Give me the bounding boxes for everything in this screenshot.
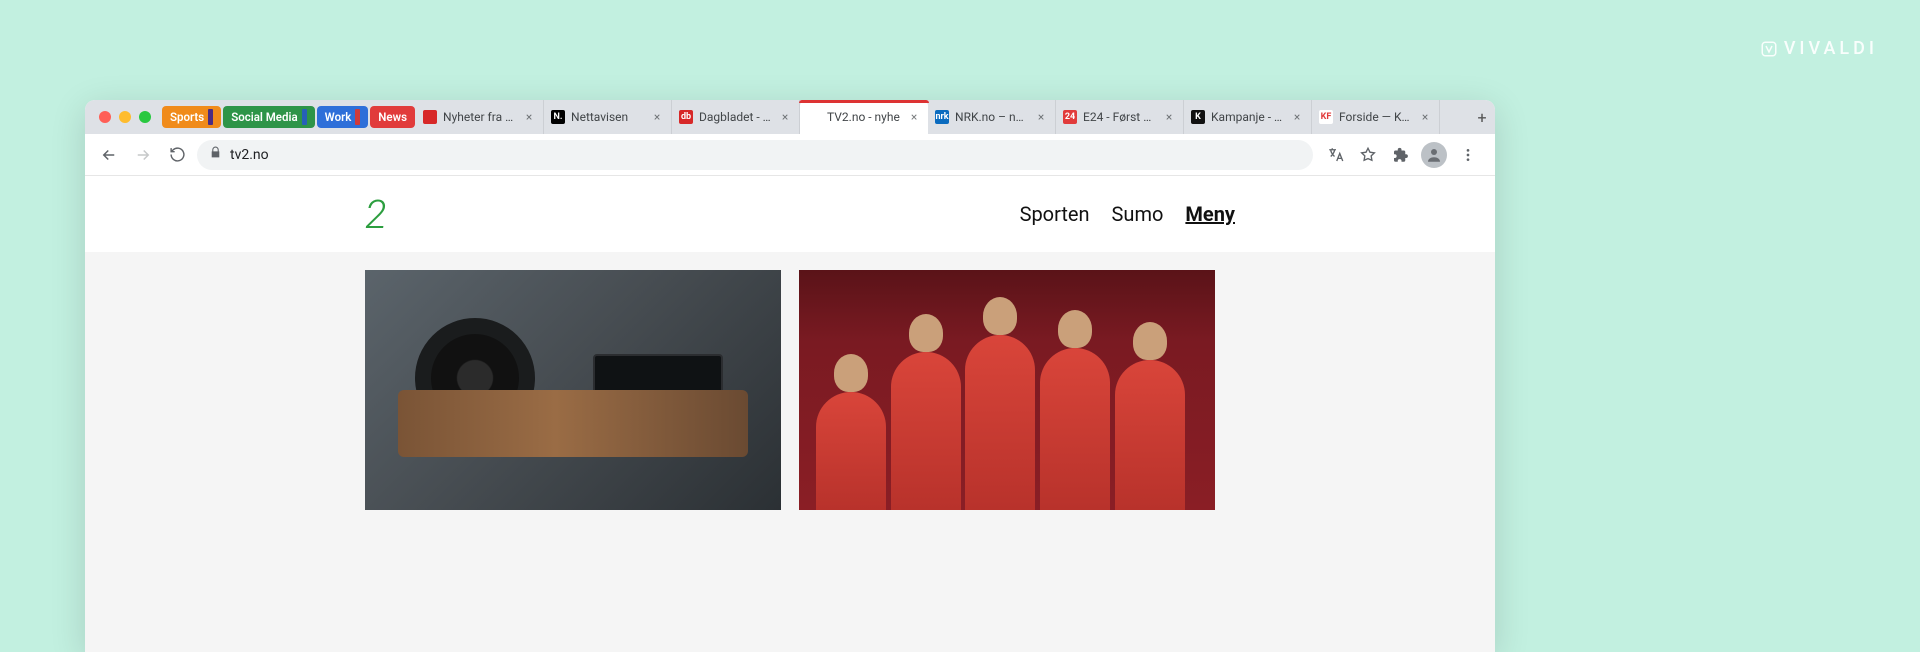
nav-sporten[interactable]: Sporten: [1020, 202, 1090, 226]
close-tab-button[interactable]: ×: [650, 110, 664, 124]
tv2-logo[interactable]: 2: [365, 191, 387, 238]
toolbar: tv2.no: [85, 134, 1495, 176]
player-graphic: [1040, 348, 1110, 510]
close-tab-button[interactable]: ×: [907, 110, 921, 124]
stack-marker-icon: [208, 109, 213, 125]
player-graphic: [1115, 360, 1185, 510]
tab-4[interactable]: nrk NRK.no – nyhe ×: [928, 100, 1056, 134]
stack-label: News: [378, 110, 407, 124]
arrow-right-icon: [134, 146, 152, 164]
tab-title: Dagbladet - fø: [699, 110, 772, 124]
tab-title: Nyheter fra No: [443, 110, 516, 124]
close-tab-button[interactable]: ×: [778, 110, 792, 124]
favicon: db: [679, 110, 693, 124]
bookmark-star-icon[interactable]: [1357, 144, 1379, 166]
watermark-text: VIVALDI: [1784, 38, 1878, 59]
toolbar-right: [1319, 142, 1485, 168]
site-nav: Sporten Sumo Meny: [1020, 202, 1235, 226]
player-graphic: [965, 335, 1035, 510]
translate-icon[interactable]: [1325, 144, 1347, 166]
vivaldi-watermark: VIVALDI: [1760, 38, 1878, 59]
close-tab-button[interactable]: ×: [1034, 110, 1048, 124]
site-header: 2 Sporten Sumo Meny: [85, 176, 1495, 252]
tab-stack-news[interactable]: News: [370, 106, 415, 128]
tab-stack-work[interactable]: Work: [317, 106, 369, 128]
stack-marker-icon: [302, 109, 307, 125]
article-card-football[interactable]: [799, 270, 1215, 510]
browser-window: Sports Social Media Work News Nyheter fr…: [85, 100, 1495, 652]
dashboard-screen-graphic: [593, 354, 723, 414]
favicon: N.: [551, 110, 565, 124]
player-graphic: [891, 352, 961, 510]
nav-sumo[interactable]: Sumo: [1112, 202, 1164, 226]
maximize-window-button[interactable]: [139, 111, 151, 123]
vivaldi-icon: [1760, 40, 1778, 58]
favicon: KF: [1319, 110, 1333, 124]
tab-stack-social-media[interactable]: Social Media: [223, 106, 314, 128]
arrow-left-icon: [100, 146, 118, 164]
person-icon: [1425, 146, 1443, 164]
stack-label: Sports: [170, 110, 204, 124]
minimize-window-button[interactable]: [119, 111, 131, 123]
nav-meny[interactable]: Meny: [1185, 202, 1235, 226]
tab-title: TV2.no - nyhe: [827, 110, 901, 124]
reload-icon: [169, 146, 186, 163]
tab-title: NRK.no – nyhe: [955, 110, 1028, 124]
address-bar[interactable]: tv2.no: [197, 140, 1313, 170]
favicon: nrk: [935, 110, 949, 124]
tab-title: Nettavisen: [571, 110, 644, 124]
tab-3[interactable]: 2 TV2.no - nyhe ×: [800, 100, 928, 134]
tab-0[interactable]: Nyheter fra No ×: [416, 100, 544, 134]
tab-1[interactable]: N. Nettavisen ×: [544, 100, 672, 134]
tab-strip: Sports Social Media Work News Nyheter fr…: [85, 100, 1495, 134]
tab-6[interactable]: K Kampanje - me ×: [1184, 100, 1312, 134]
tab-list: Nyheter fra No × N. Nettavisen × db Dagbladet …: [416, 100, 1469, 134]
forward-button[interactable]: [129, 141, 157, 169]
close-tab-button[interactable]: ×: [1418, 110, 1432, 124]
article-card-car[interactable]: [365, 270, 781, 510]
tab-title: E24 - Først me: [1083, 110, 1156, 124]
stack-label: Social Media: [231, 110, 297, 124]
page-content: [85, 252, 1495, 652]
close-window-button[interactable]: [99, 111, 111, 123]
close-tab-button[interactable]: ×: [1290, 110, 1304, 124]
tab-2[interactable]: db Dagbladet - fø ×: [672, 100, 800, 134]
url-text: tv2.no: [230, 147, 269, 163]
stack-marker-icon: [355, 109, 360, 125]
window-controls: [93, 100, 161, 134]
tab-title: Kampanje - me: [1211, 110, 1284, 124]
stack-label: Work: [325, 110, 352, 124]
steering-wheel-graphic: [415, 318, 535, 438]
tab-7[interactable]: KF Forside — Krea ×: [1312, 100, 1440, 134]
kebab-icon: [1460, 147, 1476, 163]
new-tab-button[interactable]: +: [1469, 100, 1495, 134]
favicon: 2: [807, 110, 821, 124]
player-graphic: [816, 392, 886, 510]
back-button[interactable]: [95, 141, 123, 169]
profile-avatar[interactable]: [1421, 142, 1447, 168]
extensions-icon[interactable]: [1389, 144, 1411, 166]
favicon: [423, 110, 437, 124]
tab-title: Forside — Krea: [1339, 110, 1412, 124]
close-tab-button[interactable]: ×: [1162, 110, 1176, 124]
lock-icon: [209, 146, 222, 163]
reload-button[interactable]: [163, 141, 191, 169]
close-tab-button[interactable]: ×: [522, 110, 536, 124]
favicon: 24: [1063, 110, 1077, 124]
favicon: K: [1191, 110, 1205, 124]
tab-stack-sports[interactable]: Sports: [162, 106, 221, 128]
tab-5[interactable]: 24 E24 - Først me ×: [1056, 100, 1184, 134]
menu-button[interactable]: [1457, 144, 1479, 166]
